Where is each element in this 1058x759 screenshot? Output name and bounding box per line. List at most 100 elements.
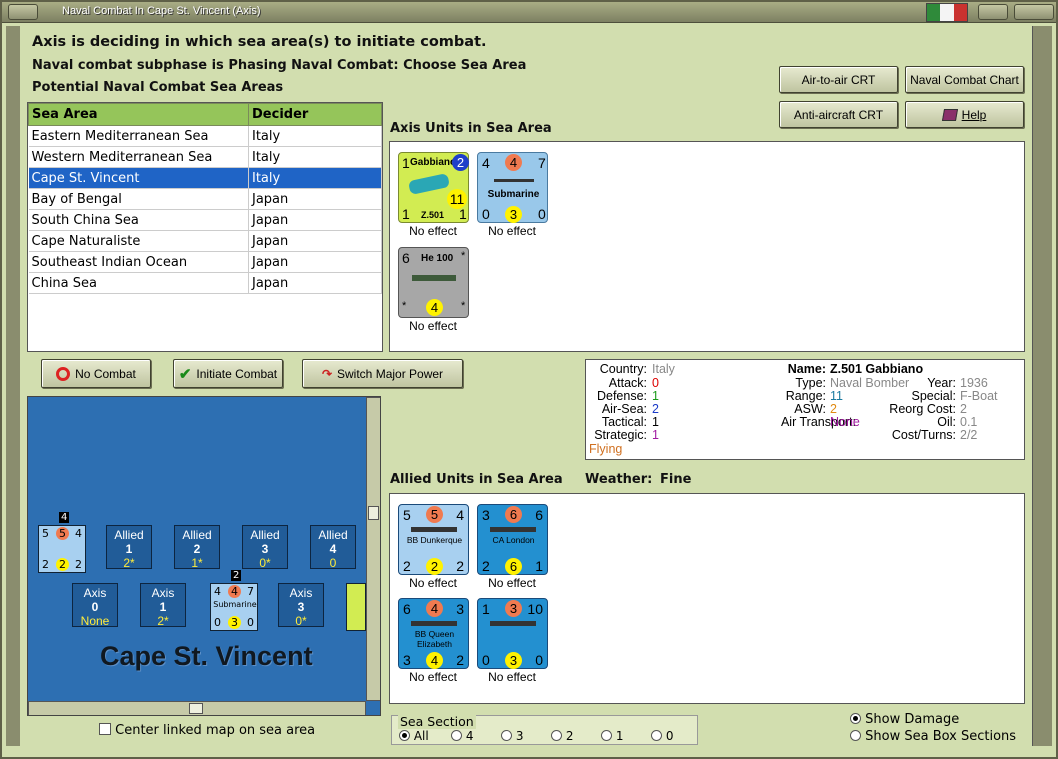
sea-area-cell[interactable]: Cape St. Vincent — [28, 167, 249, 189]
table-row[interactable]: Western Mediterranean Sea Italy — [28, 146, 382, 168]
axis-sea-box[interactable]: Axis 3 0* — [278, 583, 324, 628]
allied-sea-box[interactable]: Allied 2 1* — [174, 525, 220, 570]
allied-sea-box[interactable]: Allied 1 2* — [106, 525, 152, 570]
map-stack-dunkerque[interactable]: 5 5 4 2 2 2 — [38, 525, 86, 573]
allied-sea-box[interactable]: Allied 4 0 — [310, 525, 356, 570]
window-menu-button[interactable] — [8, 4, 38, 20]
col-decider[interactable]: Decider — [248, 103, 382, 126]
sea-area-cell[interactable]: China Sea — [28, 272, 249, 294]
unit-value: 1 — [402, 155, 410, 171]
box-label: Axis — [151, 586, 175, 600]
allied-units-label: Allied Units in Sea Area — [390, 472, 563, 487]
show-damage-option[interactable]: Show Damage — [850, 712, 959, 727]
warship-icon — [411, 621, 457, 626]
decider-cell[interactable]: Japan — [248, 209, 382, 231]
show-sections-option[interactable]: Show Sea Box Sections — [850, 729, 1016, 744]
unit-caption: No effect — [488, 576, 536, 590]
sea-section-radio[interactable] — [651, 730, 662, 741]
sea-section-option[interactable]: All — [399, 729, 429, 743]
info-label: ASW: — [794, 402, 826, 416]
switch-arrow-icon: ↷ — [321, 366, 333, 381]
sea-section-option[interactable]: 3 — [501, 729, 523, 743]
unit-value: 2 — [456, 558, 464, 574]
minimize-button[interactable] — [978, 4, 1008, 20]
center-map-checkbox[interactable] — [99, 723, 111, 735]
sea-section-radio[interactable] — [501, 730, 512, 741]
air-to-air-crt-button[interactable]: Air-to-air CRT — [779, 66, 898, 93]
unit-counter-allied[interactable]: 6 4 3 BB Queen Elizabeth 3 4 2 — [398, 598, 469, 669]
sea-section-radio[interactable] — [399, 730, 410, 741]
help-label: Help — [961, 107, 987, 122]
decider-cell[interactable]: Italy — [248, 146, 382, 168]
sea-section-option[interactable]: 0 — [651, 729, 673, 743]
unit-counter-he100[interactable]: 6 He 100 * * 4 * — [398, 247, 469, 318]
no-combat-button[interactable]: No Combat — [41, 359, 151, 388]
map-stack-submarine[interactable]: 4 4 7 Submarine 0 3 0 — [210, 583, 258, 631]
sea-section-option[interactable]: 4 — [451, 729, 473, 743]
naval-combat-chart-button[interactable]: Naval Combat Chart — [905, 66, 1024, 93]
stack-count-badge: 2 — [231, 570, 242, 581]
box-label: Allied — [114, 528, 144, 542]
unit-counter-submarine[interactable]: 4 4 7 Submarine 0 3 0 — [477, 152, 548, 223]
sea-area-cell[interactable]: Southeast Indian Ocean — [28, 251, 249, 273]
switch-major-power-button[interactable]: ↷ Switch Major Power — [302, 359, 463, 388]
sea-section-radio[interactable] — [451, 730, 462, 741]
unit-caption: No effect — [409, 224, 457, 238]
decider-cell[interactable]: Italy — [248, 167, 382, 189]
table-row[interactable]: Bay of Bengal Japan — [28, 188, 382, 210]
unit-counter-gabbiano[interactable]: 1 Gabbiano 2 11 1 Z.501 1 — [398, 152, 469, 223]
unit-counter-allied[interactable]: 5 5 4 BB Dunkerque 2 2 2 — [398, 504, 469, 575]
maximize-button[interactable] — [1014, 4, 1054, 20]
show-damage-radio[interactable] — [850, 713, 861, 724]
box-label: Allied — [182, 528, 212, 542]
unit-counter-allied[interactable]: 1 3 10 0 3 0 — [477, 598, 548, 669]
unit-counter-allied[interactable]: 3 6 6 CA London 2 6 1 — [477, 504, 548, 575]
table-row[interactable]: Cape Naturaliste Japan — [28, 230, 382, 252]
title-bar: Naval Combat In Cape St. Vincent (Axis) — [2, 2, 1056, 23]
show-sections-radio[interactable] — [850, 730, 861, 741]
switch-major-power-label: Switch Major Power — [337, 366, 444, 381]
unit-value: 2 — [403, 558, 411, 574]
sea-area-cell[interactable]: Bay of Bengal — [28, 188, 249, 210]
sea-area-map[interactable]: 5 5 4 2 2 2 4 Allied 1 2* Allied 2 1* Allied 3 0… — [27, 396, 381, 716]
sea-area-cell[interactable]: South China Sea — [28, 209, 249, 231]
col-sea-area[interactable]: Sea Area — [28, 103, 249, 126]
scroll-thumb[interactable] — [189, 703, 203, 714]
unit-value: 0 — [482, 652, 490, 668]
initiate-combat-button[interactable]: ✔ Initiate Combat — [173, 359, 283, 388]
table-row[interactable]: Cape St. Vincent Italy — [28, 167, 382, 189]
sea-section-radio[interactable] — [601, 730, 612, 741]
axis-sea-box[interactable]: Axis 0 None — [72, 583, 118, 628]
allied-sea-box[interactable]: Allied 3 0* — [242, 525, 288, 570]
table-row[interactable]: Southeast Indian Ocean Japan — [28, 251, 382, 273]
sea-area-cell[interactable]: Cape Naturaliste — [28, 230, 249, 252]
map-vertical-scrollbar[interactable] — [366, 397, 380, 701]
box-value: 0 — [329, 556, 337, 570]
sea-section-radio[interactable] — [551, 730, 562, 741]
decider-cell[interactable]: Italy — [248, 125, 382, 147]
decider-cell[interactable]: Japan — [248, 230, 382, 252]
window-right-border — [1032, 26, 1052, 746]
map-stack-gabbiano[interactable] — [346, 583, 366, 631]
table-row[interactable]: China Sea Japan — [28, 272, 382, 294]
sea-section-option[interactable]: 1 — [601, 729, 623, 743]
center-map-option[interactable]: Center linked map on sea area — [99, 723, 315, 738]
sea-area-table-panel: Sea Area Decider Eastern Mediterranean S… — [27, 102, 383, 352]
unit-value: 0 — [538, 206, 546, 222]
decider-cell[interactable]: Japan — [248, 188, 382, 210]
unit-value: 2 — [426, 558, 443, 575]
help-button[interactable]: Help — [905, 101, 1024, 128]
sea-section-option[interactable]: 2 — [551, 729, 573, 743]
decider-cell[interactable]: Japan — [248, 251, 382, 273]
sea-area-cell[interactable]: Western Mediterranean Sea — [28, 146, 249, 168]
scroll-thumb[interactable] — [368, 506, 379, 520]
antiaircraft-crt-button[interactable]: Anti-aircraft CRT — [779, 101, 898, 128]
air-to-air-label: Air-to-air CRT — [801, 72, 876, 87]
axis-sea-box[interactable]: Axis 1 2* — [140, 583, 186, 628]
map-horizontal-scrollbar[interactable] — [28, 701, 366, 715]
table-row[interactable]: South China Sea Japan — [28, 209, 382, 231]
sea-section-option-label: 3 — [515, 729, 524, 743]
table-row[interactable]: Eastern Mediterranean Sea Italy — [28, 125, 382, 147]
sea-area-cell[interactable]: Eastern Mediterranean Sea — [28, 125, 249, 147]
decider-cell[interactable]: Japan — [248, 272, 382, 294]
